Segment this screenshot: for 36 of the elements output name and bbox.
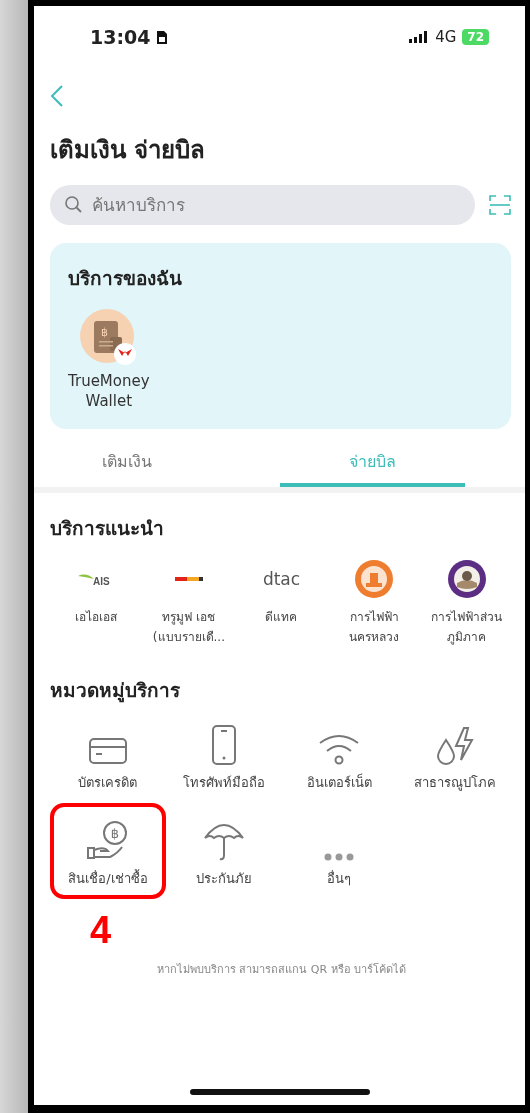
- signal-icon: [409, 31, 430, 43]
- sim-card-icon: [156, 29, 169, 45]
- network-label: 4G: [435, 28, 457, 46]
- footer-note: หากไม่พบบริการ สามารถสแกน QR หรือ บาร์โค้ดได้: [156, 962, 407, 978]
- provider-item[interactable]: การไฟฟ้า นครหลวง: [327, 559, 421, 647]
- search-field[interactable]: ค้นหาบริการ: [50, 185, 475, 225]
- category-item[interactable]: อินเตอร์เน็ต: [281, 707, 398, 803]
- provider-item[interactable]: dtac ดีแทค: [235, 559, 328, 647]
- back-icon[interactable]: [50, 84, 64, 108]
- category-item[interactable]: ฿ สินเชื่อ/เช่าซื้อ: [50, 803, 166, 899]
- section-title: บริการของฉัน: [68, 266, 183, 291]
- category-item[interactable]: โทรศัพท์มือถือ: [165, 707, 282, 803]
- seal-icon: [354, 559, 395, 599]
- search-icon: [64, 195, 84, 215]
- battery-level: 72: [462, 29, 489, 45]
- section-title: หมวดหมู่บริการ: [50, 678, 181, 705]
- tab[interactable]: เติมเงิน: [34, 439, 220, 487]
- provider-item[interactable]: AIS เอไอเอส: [50, 559, 143, 647]
- scan-icon[interactable]: [489, 195, 511, 215]
- logo-text: dtac: [262, 569, 301, 589]
- category-item[interactable]: สาธารณูปโภค: [397, 707, 513, 803]
- category-item[interactable]: ประกันภัย: [165, 803, 282, 899]
- provider-item[interactable]: ทรูมูฟ เอช (แบบรายเดื...: [142, 559, 236, 647]
- category-item[interactable]: อื่นๆ: [281, 803, 398, 899]
- service-item[interactable]: ฿ TrueMoney Wallet: [68, 309, 150, 411]
- provider-item[interactable]: การไฟฟ้าส่วน ภูมิภาค: [420, 559, 513, 647]
- logo-icon: [174, 577, 203, 581]
- status-time: 13:04: [90, 26, 151, 48]
- page-title: เติมเงิน จ่ายบิล: [50, 135, 207, 166]
- annotation-number: 4: [90, 909, 112, 952]
- section-title: บริการแนะนำ: [50, 516, 165, 541]
- phone-icon: [209, 724, 238, 766]
- category-item[interactable]: บัตรเครดิต: [50, 707, 166, 803]
- seal-icon: [446, 559, 487, 599]
- credit-card-icon: [87, 736, 128, 766]
- more-icon: [323, 852, 356, 862]
